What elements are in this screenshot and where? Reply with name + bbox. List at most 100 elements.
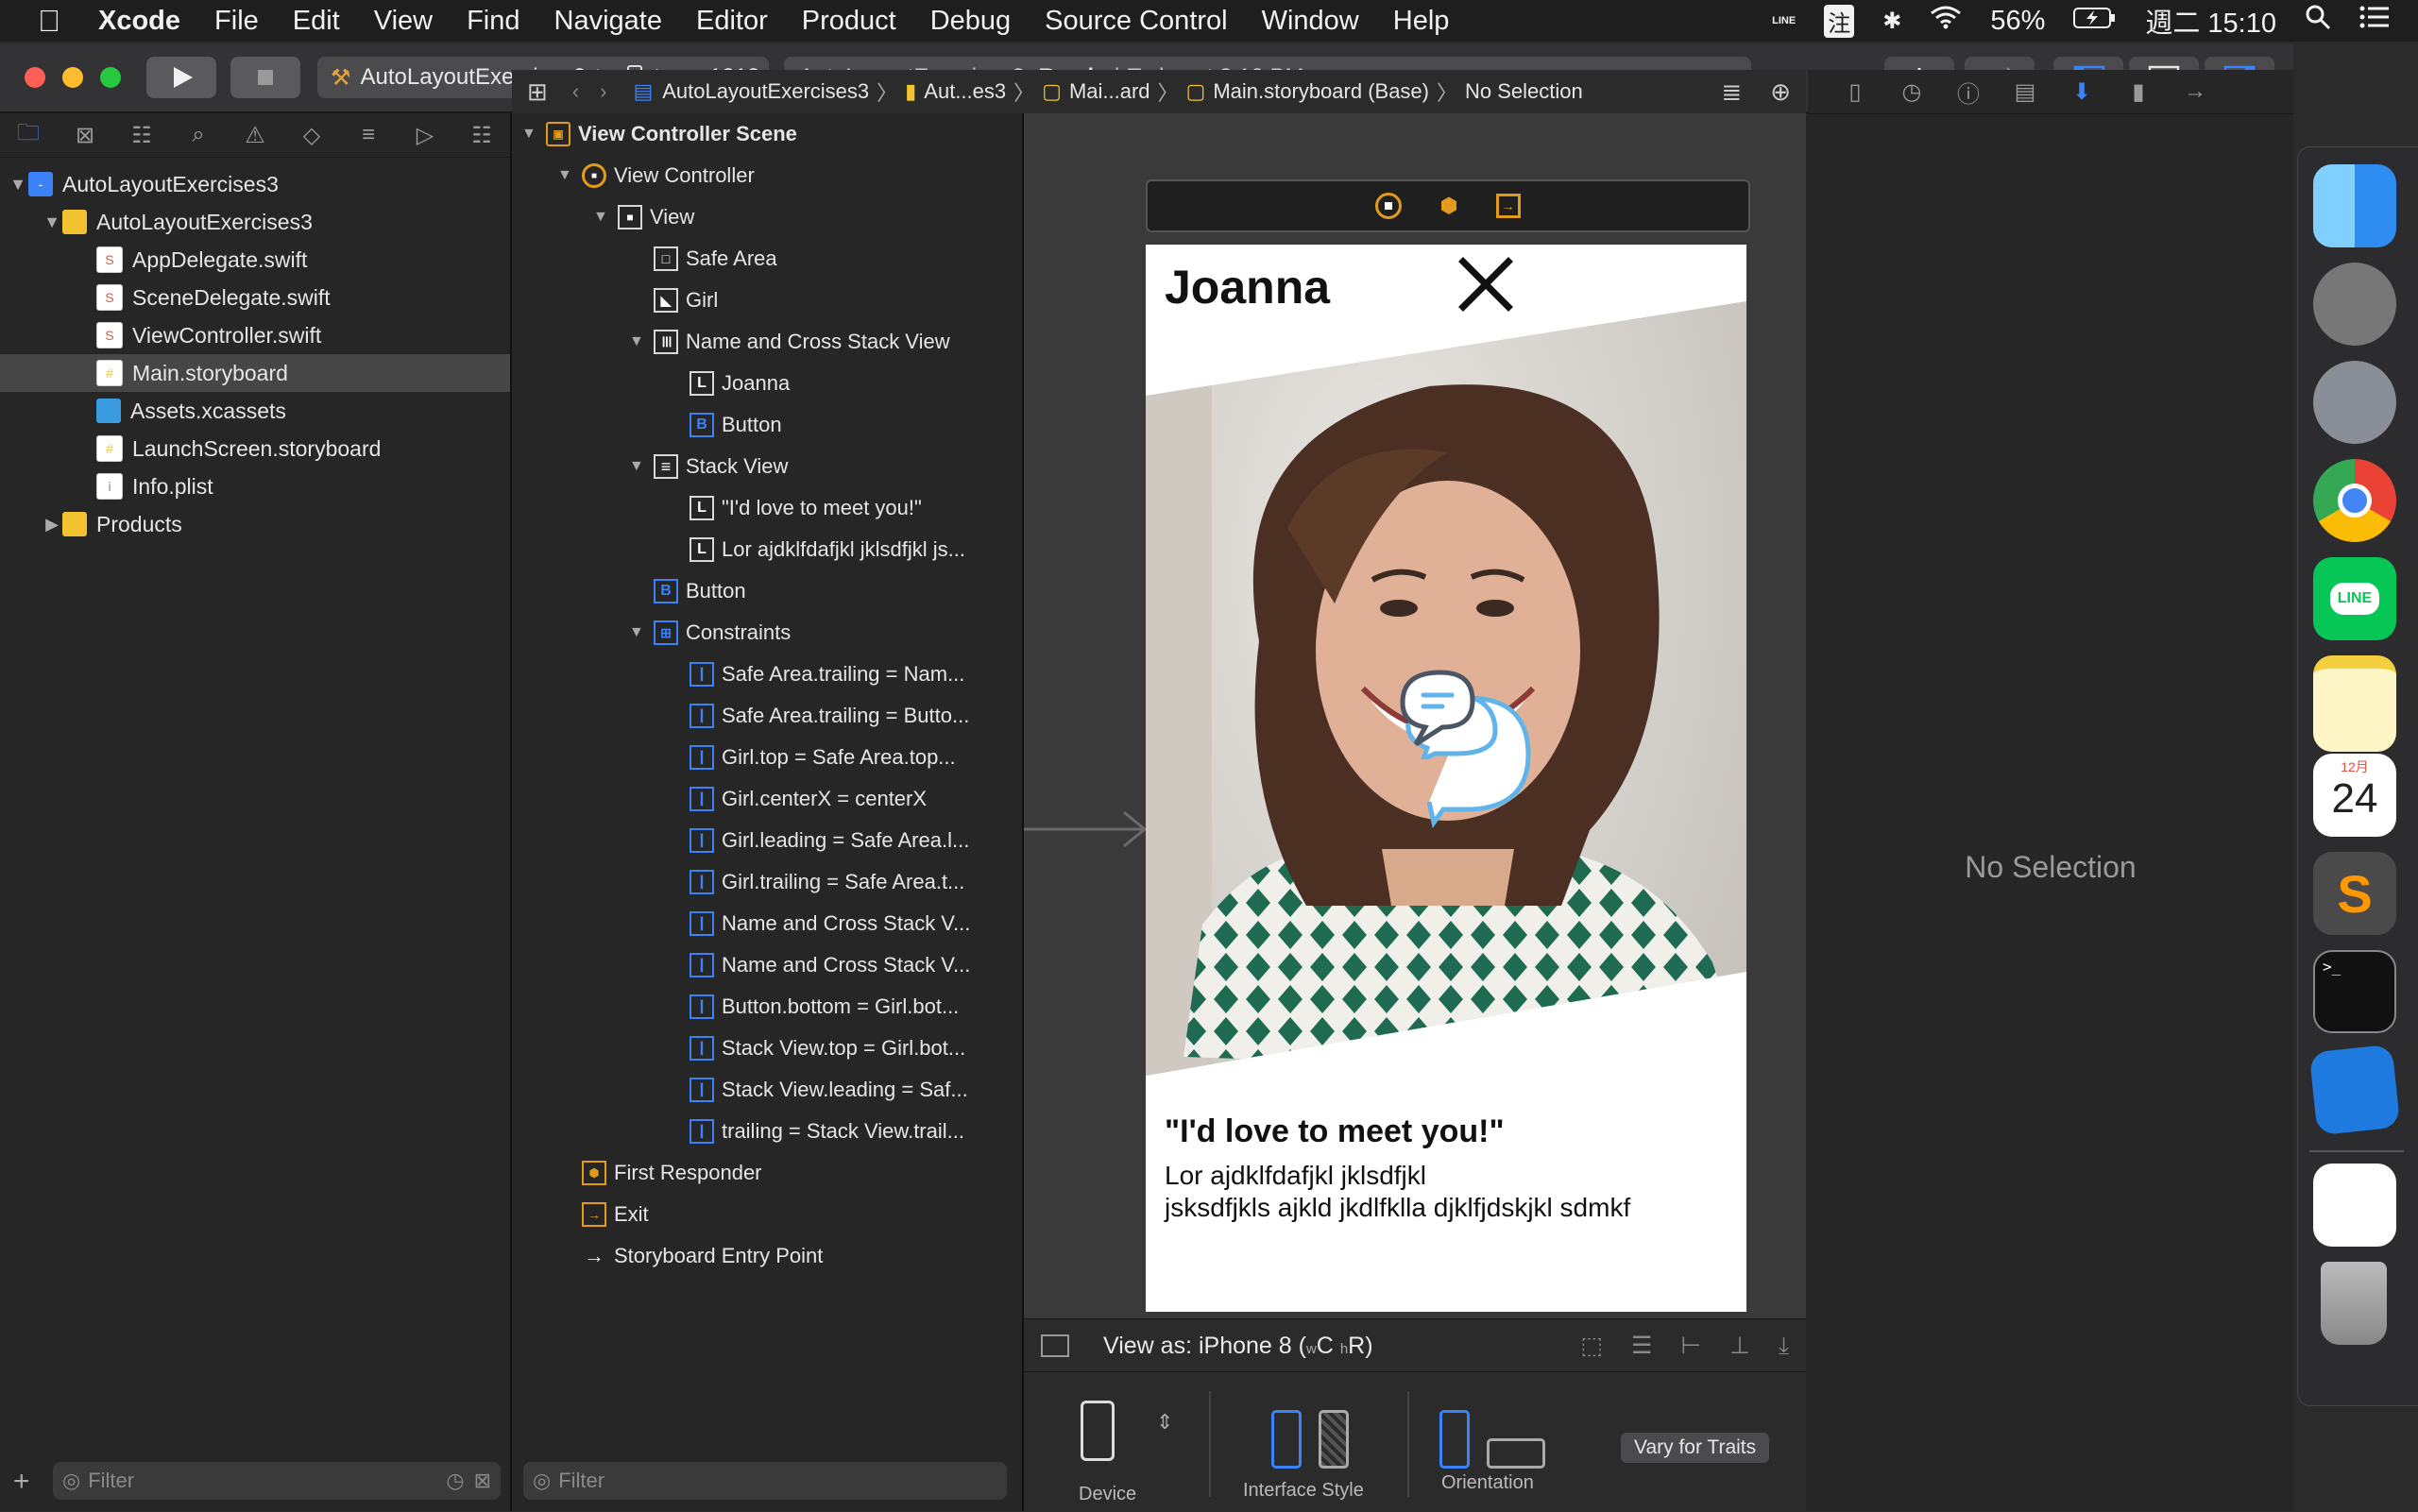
run-button[interactable]: [146, 57, 216, 98]
outline-toggle-icon[interactable]: [1041, 1334, 1069, 1357]
terminal-icon[interactable]: >_: [2313, 950, 2396, 1033]
menu-debug[interactable]: Debug: [930, 6, 1011, 37]
add-constraints-icon[interactable]: ⊢: [1680, 1332, 1701, 1360]
outline-row[interactable]: → Storyboard Entry Point: [557, 1239, 823, 1273]
identity-inspector-icon[interactable]: ▤: [1997, 78, 2053, 106]
outline-row[interactable]: ┃ Name and Cross Stack V...: [665, 948, 970, 982]
menu-editor[interactable]: Editor: [696, 6, 768, 37]
add-file-icon[interactable]: +: [13, 1466, 30, 1498]
light-appearance-icon[interactable]: [1271, 1410, 1302, 1469]
add-editor-icon[interactable]: ⊕: [1770, 77, 1791, 107]
navigator-row[interactable]: ▼ AutoLayoutExercises3: [0, 203, 510, 241]
navigator-filter-field[interactable]: ◎ Filter ◷ ⊠: [53, 1462, 501, 1500]
storyboard-canvas[interactable]: ⬢ → Joanna "I'd love to meet you!" Lor a…: [1024, 113, 1806, 1362]
trash-icon[interactable]: [2321, 1262, 2387, 1345]
menu-product[interactable]: Product: [802, 6, 896, 37]
clock[interactable]: 週二 15:10: [2145, 1, 2276, 41]
history-inspector-icon[interactable]: ◷: [1883, 78, 1940, 106]
embed-in-icon[interactable]: ⤓: [1779, 1333, 1789, 1360]
system-preferences-icon[interactable]: [2313, 263, 2396, 346]
recent-files-icon[interactable]: ◷: [446, 1469, 464, 1493]
outline-row[interactable]: L Lor ajdklfdafjkl jklsdfjkl js...: [665, 533, 965, 567]
minimize-window-button[interactable]: [62, 67, 83, 88]
iphone-screen[interactable]: Joanna "I'd love to meet you!" Lor ajdkl…: [1146, 245, 1746, 1312]
disclosure-open-icon[interactable]: ▼: [629, 624, 654, 641]
scm-filter-icon[interactable]: ⊠: [474, 1469, 491, 1493]
device-picker[interactable]: [1081, 1401, 1115, 1461]
outline-row[interactable]: ┃ Safe Area.trailing = Nam...: [665, 657, 964, 691]
outline-row[interactable]: ┃ Girl.trailing = Safe Area.t...: [665, 865, 964, 899]
menu-view[interactable]: View: [374, 6, 433, 37]
back-arrow-icon[interactable]: ‹: [572, 79, 579, 104]
scene-dock[interactable]: ⬢ →: [1146, 179, 1750, 232]
spotlight-icon[interactable]: [2305, 4, 2331, 38]
disclosure-open-icon[interactable]: ▼: [521, 126, 546, 143]
navigator-row[interactable]: Assets.xcassets: [0, 392, 510, 430]
recent-document-icon[interactable]: [2313, 1164, 2396, 1247]
menu-file[interactable]: File: [214, 6, 259, 37]
outline-row[interactable]: ┃ Safe Area.trailing = Butto...: [665, 699, 969, 733]
battery-icon[interactable]: [2073, 6, 2117, 37]
breadcrumb-project[interactable]: AutoLayoutExercises3: [662, 79, 869, 104]
outline-row[interactable]: ⬢ First Responder: [557, 1156, 762, 1190]
test-tab-icon[interactable]: ◇: [283, 122, 340, 149]
menu-app-name[interactable]: Xcode: [98, 6, 180, 37]
input-method-icon[interactable]: 注: [1824, 4, 1855, 38]
folder-tab-icon[interactable]: 🗀: [0, 116, 57, 155]
disclosure-open-icon[interactable]: ▼: [629, 458, 654, 475]
apple-icon[interactable]: : [38, 4, 60, 39]
navigator-row[interactable]: ▶ Products: [0, 505, 510, 543]
navigator-row[interactable]: S SceneDelegate.swift: [0, 279, 510, 316]
xcode-icon[interactable]: [2308, 1044, 2401, 1136]
report-tab-icon[interactable]: ☷: [453, 122, 510, 149]
breadcrumb-localization[interactable]: Main.storyboard (Base): [1213, 79, 1429, 104]
chrome-icon[interactable]: [2313, 459, 2396, 542]
view-controller-dock-icon[interactable]: [1375, 193, 1403, 219]
breakpoint-tab-icon[interactable]: ▷: [397, 122, 453, 149]
menu-edit[interactable]: Edit: [293, 6, 340, 37]
disclosure-open-icon[interactable]: ▼: [629, 333, 654, 350]
menu-window[interactable]: Window: [1262, 6, 1359, 37]
disclosure-closed-icon[interactable]: ▶: [42, 515, 62, 535]
outline-filter-field[interactable]: ◎ Filter: [523, 1462, 1007, 1500]
navigator-row[interactable]: S ViewController.swift: [0, 316, 510, 354]
file-inspector-icon[interactable]: ▯: [1827, 78, 1883, 106]
outline-row[interactable]: B Button: [629, 574, 746, 608]
finder-icon[interactable]: [2313, 164, 2396, 247]
outline-row[interactable]: ┃ Button.bottom = Girl.bot...: [665, 990, 959, 1024]
line-status-icon[interactable]: LINE: [1772, 15, 1796, 26]
calendar-icon[interactable]: 12月 24: [2313, 754, 2396, 837]
close-window-button[interactable]: [25, 67, 45, 88]
outline-row[interactable]: ▼ ■ View: [593, 200, 694, 234]
landscape-orientation-icon[interactable]: [1487, 1438, 1545, 1469]
outline-row[interactable]: ▼ ┃┃┃ Name and Cross Stack View: [629, 325, 950, 359]
first-responder-dock-icon[interactable]: ⬢: [1439, 194, 1457, 218]
update-frames-icon[interactable]: ⬚: [1580, 1332, 1603, 1360]
notification-center-icon[interactable]: [2359, 5, 2390, 37]
disclosure-open-icon[interactable]: ▼: [557, 167, 582, 184]
wifi-icon[interactable]: [1930, 5, 1962, 37]
view-as-label[interactable]: View as: iPhone 8 (wC hR): [1103, 1333, 1373, 1360]
attributes-inspector-icon[interactable]: ⬇: [2053, 78, 2110, 106]
outline-row[interactable]: L "I'd love to meet you!": [665, 491, 922, 525]
entry-point-arrow[interactable]: [1024, 810, 1149, 853]
bluetooth-icon[interactable]: ✱: [1882, 8, 1901, 35]
disclosure-open-icon[interactable]: ▼: [8, 175, 28, 195]
girl-image[interactable]: [1146, 245, 1746, 1312]
outline-row[interactable]: B Button: [665, 408, 782, 442]
editor-options-icon[interactable]: ≣: [1721, 77, 1742, 107]
outline-row[interactable]: ▼ ⊞ Constraints: [629, 616, 791, 650]
align-icon[interactable]: ☰: [1631, 1332, 1652, 1360]
notes-icon[interactable]: [2313, 655, 2396, 752]
navigator-row[interactable]: ▼ - AutoLayoutExercises3: [0, 165, 510, 203]
resolve-issues-icon[interactable]: ⊥: [1729, 1332, 1750, 1360]
menu-source-control[interactable]: Source Control: [1045, 6, 1227, 37]
related-items-icon[interactable]: ⊞: [527, 77, 548, 107]
symbol-tab-icon[interactable]: ☷: [113, 122, 170, 149]
disclosure-open-icon[interactable]: ▼: [593, 209, 618, 226]
navigator-row[interactable]: S AppDelegate.swift: [0, 241, 510, 279]
menu-help[interactable]: Help: [1393, 6, 1450, 37]
help-inspector-icon[interactable]: ⓘ: [1940, 76, 1997, 109]
source-control-tab-icon[interactable]: ⊠: [57, 122, 113, 149]
outline-row[interactable]: □ Safe Area: [629, 242, 777, 276]
